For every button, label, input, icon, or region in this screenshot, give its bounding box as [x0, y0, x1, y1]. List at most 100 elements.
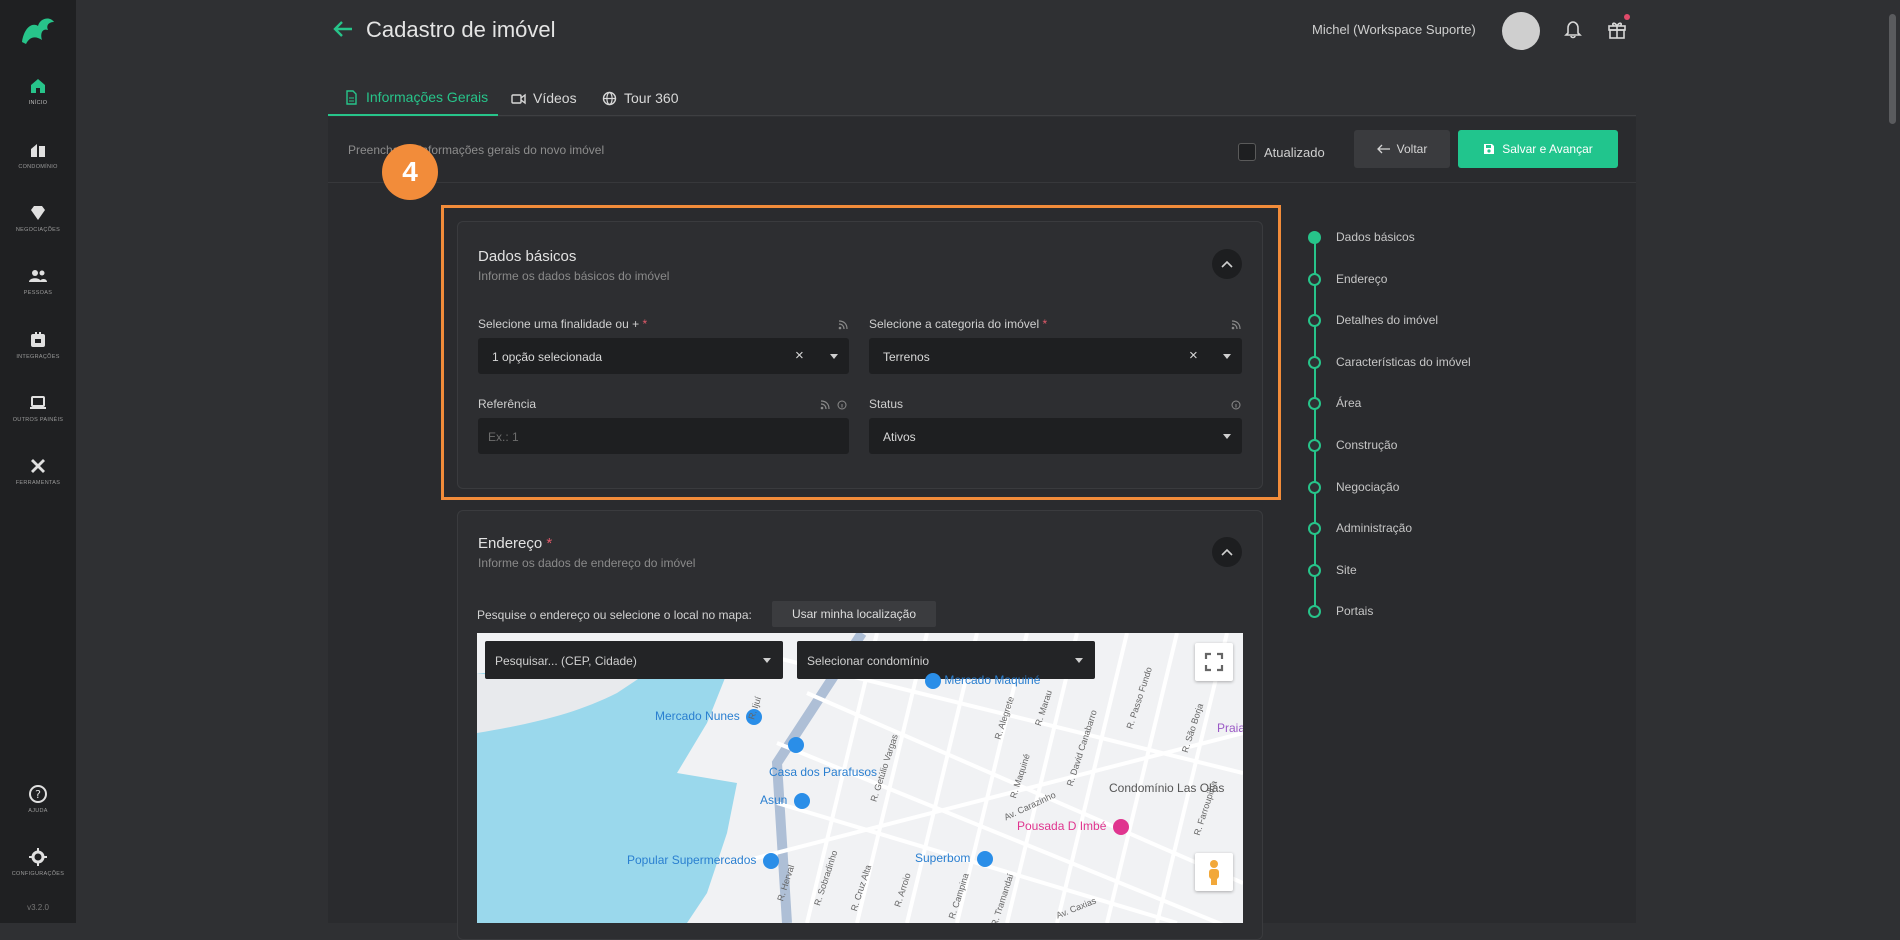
updated-checkbox[interactable]	[1238, 143, 1256, 161]
sidebar-item-label: INÍCIO	[28, 100, 48, 106]
sidebar: INÍCIO CONDOMÍNIO NEGOCIAÇÕES PESSOAS IN…	[0, 0, 76, 923]
updated-label: Atualizado	[1264, 145, 1325, 160]
fullscreen-button[interactable]	[1195, 643, 1233, 681]
back-button[interactable]: Voltar	[1354, 130, 1450, 168]
sidebar-item-label: AJUDA	[28, 808, 48, 814]
sidebar-item-configuracoes[interactable]: CONFIGURAÇÕES	[0, 847, 76, 877]
sidebar-item-label: CONDOMÍNIO	[18, 164, 58, 170]
avatar[interactable]	[1502, 12, 1540, 50]
step-detalhes[interactable]: Detalhes do imóvel	[1308, 313, 1438, 327]
map-poi[interactable]: Popular Supermercados	[627, 853, 779, 869]
sidebar-item-label: FERRAMENTAS	[15, 480, 61, 486]
gift-icon[interactable]	[1606, 18, 1628, 40]
shopping-cart-icon	[925, 673, 941, 689]
home-icon	[31, 79, 45, 93]
user-name[interactable]: Michel (Workspace Suporte)	[1312, 22, 1476, 37]
step-portais[interactable]: Portais	[1308, 604, 1373, 618]
map-poi[interactable]: Asun	[760, 793, 810, 809]
video-icon	[511, 93, 526, 104]
step-label: Portais	[1336, 604, 1374, 618]
collapse-address-button[interactable]	[1212, 537, 1242, 567]
fullscreen-icon	[1204, 652, 1224, 672]
step-label: Endereço	[1336, 272, 1388, 286]
step-site[interactable]: Site	[1308, 563, 1357, 577]
sidebar-item-integracoes[interactable]: INTEGRAÇÕES	[0, 330, 76, 360]
sidebar-item-inicio[interactable]: INÍCIO	[0, 76, 76, 106]
notification-dot	[1624, 14, 1630, 20]
step-dot	[1308, 313, 1321, 327]
step-dot	[1308, 272, 1321, 286]
tab-label: Informações Gerais	[366, 89, 489, 105]
back-arrow-icon[interactable]	[332, 18, 354, 40]
step-dot	[1308, 438, 1321, 452]
globe-icon	[602, 91, 617, 105]
tab-informacoes-gerais[interactable]: Informações Gerais	[328, 80, 498, 116]
shopping-cart-icon	[976, 851, 993, 867]
step-negociacao[interactable]: Negociação	[1308, 480, 1399, 494]
address-hint: Pesquise o endereço ou selecione o local…	[477, 608, 752, 622]
logo-icon[interactable]	[18, 14, 58, 48]
step-construcao[interactable]: Construção	[1308, 438, 1397, 452]
step-label: Área	[1336, 396, 1362, 410]
save-icon	[1484, 144, 1495, 154]
shopping-cart-icon	[762, 853, 779, 869]
tab-videos[interactable]: Vídeos	[511, 80, 577, 116]
step-area[interactable]: Área	[1308, 396, 1361, 410]
shopping-bag-icon	[788, 737, 804, 753]
map-poi[interactable]: Mercado Maquiné	[922, 673, 1040, 689]
sidebar-item-label: INTEGRAÇÕES	[16, 354, 60, 360]
step-caracteristicas[interactable]: Características do imóvel	[1308, 355, 1471, 369]
map[interactable]: Pesquisar... (CEP, Cidade) Selecionar co…	[477, 633, 1243, 923]
step-administracao[interactable]: Administração	[1308, 521, 1412, 535]
shopping-cart-icon	[793, 793, 810, 809]
arrow-left-icon	[1376, 144, 1390, 154]
map-poi[interactable]: Superbom	[915, 851, 993, 867]
address-desc: Informe os dados de endereço do imóvel	[478, 556, 696, 570]
step-label: Negociação	[1336, 480, 1400, 494]
tab-label: Tour 360	[624, 90, 679, 106]
bell-icon[interactable]	[1563, 19, 1583, 39]
step-dot	[1308, 604, 1321, 618]
diamond-icon	[31, 206, 45, 220]
tab-bar: Informações Gerais Vídeos Tour 360	[328, 80, 1636, 116]
step-dados-basicos[interactable]: Dados básicos	[1308, 230, 1415, 244]
map-search-select[interactable]: Pesquisar... (CEP, Cidade)	[485, 641, 783, 679]
sidebar-item-label: NEGOCIAÇÕES	[15, 227, 61, 233]
tab-label: Vídeos	[533, 90, 577, 106]
save-advance-button[interactable]: Salvar e Avançar	[1458, 130, 1618, 168]
map-condo-placeholder: Selecionar condomínio	[807, 654, 930, 668]
svg-text:?: ?	[35, 788, 41, 801]
building-icon	[31, 144, 45, 157]
sidebar-item-condominio[interactable]: CONDOMÍNIO	[0, 140, 76, 170]
integration-icon	[31, 332, 45, 347]
map-label: Praia	[1217, 721, 1243, 735]
sidebar-item-outros-paineis[interactable]: OUTROS PAINÉIS	[0, 393, 76, 423]
step-endereco[interactable]: Endereço	[1308, 272, 1387, 286]
people-icon	[29, 270, 47, 282]
step-label: Site	[1336, 563, 1357, 577]
annotation-highlight	[441, 205, 1281, 500]
scrollbar-track[interactable]	[1886, 0, 1900, 923]
tools-icon	[31, 459, 45, 473]
street-view-button[interactable]	[1195, 853, 1233, 891]
annotation-step-badge: 4	[382, 144, 438, 200]
map-poi[interactable]: Casa dos Parafusos	[769, 765, 877, 779]
step-dot	[1308, 563, 1321, 577]
back-button-label: Voltar	[1396, 142, 1428, 156]
step-label: Detalhes do imóvel	[1336, 313, 1439, 327]
sidebar-item-ajuda[interactable]: ? AJUDA	[0, 784, 76, 814]
sidebar-item-negociacoes[interactable]: NEGOCIAÇÕES	[0, 203, 76, 233]
hotel-icon	[1112, 819, 1129, 835]
sidebar-item-pessoas[interactable]: PESSOAS	[0, 266, 76, 296]
step-dot	[1308, 355, 1321, 369]
step-label: Características do imóvel	[1336, 355, 1471, 369]
address-title: Endereço *	[478, 535, 553, 552]
scrollbar-thumb[interactable]	[1889, 14, 1896, 124]
map-search-placeholder: Pesquisar... (CEP, Cidade)	[495, 654, 637, 668]
tab-tour-360[interactable]: Tour 360	[602, 80, 678, 116]
sidebar-item-ferramentas[interactable]: FERRAMENTAS	[0, 456, 76, 486]
use-location-button[interactable]: Usar minha localização	[772, 601, 936, 627]
step-label: Dados básicos	[1336, 230, 1415, 244]
action-bar: Preencha as informações gerais do novo i…	[328, 117, 1636, 183]
map-poi[interactable]: Pousada D Imbé	[1017, 819, 1129, 835]
